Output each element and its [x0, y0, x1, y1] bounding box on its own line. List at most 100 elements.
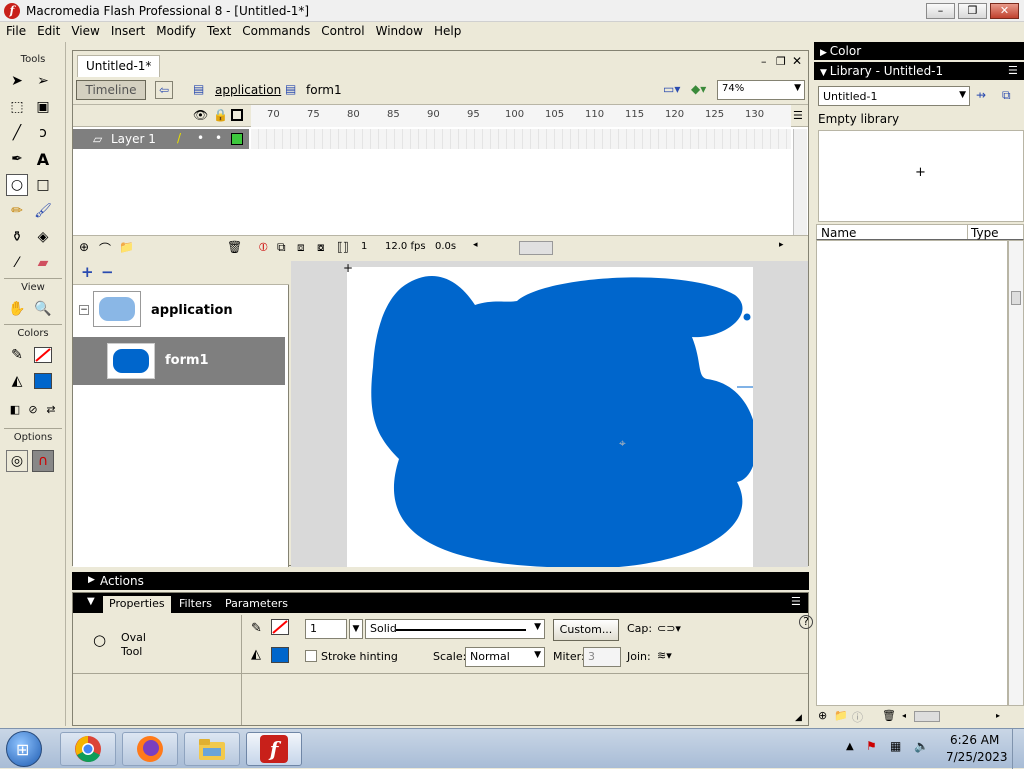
line-tool-icon[interactable]: ╱ [6, 122, 28, 144]
hand-tool-icon[interactable]: ✋ [6, 298, 28, 320]
menu-window[interactable]: Window [370, 22, 428, 42]
minimize-button[interactable]: – [926, 3, 955, 19]
action-center-icon[interactable]: ⚑ [866, 739, 877, 753]
stroke-hinting-checkbox[interactable] [305, 650, 317, 662]
menu-insert[interactable]: Insert [105, 22, 150, 42]
custom-button[interactable]: Custom... [553, 619, 619, 641]
collapse-arrow-icon[interactable]: ▼ [87, 596, 95, 607]
timeline-scroll-thumb[interactable] [519, 241, 553, 255]
miter-input[interactable]: 3 [583, 647, 621, 667]
library-panel-header[interactable]: ▼ Library - Untitled-1 ☰ [814, 62, 1024, 80]
help-icon[interactable]: ? [799, 615, 813, 629]
lasso-tool-icon[interactable]: ↄ [32, 122, 54, 144]
lock-dot-icon[interactable]: • [215, 131, 222, 145]
stroke-style-select[interactable]: Solid ▼ [365, 619, 545, 639]
taskbar-chrome[interactable] [60, 732, 116, 766]
object-drawing-icon[interactable]: ◎ [6, 450, 28, 472]
taskbar-firefox[interactable] [122, 732, 178, 766]
visibility-dot-icon[interactable]: • [197, 131, 204, 145]
scroll-right-icon[interactable]: ▸ [996, 711, 1000, 720]
edit-multiple-frames-icon[interactable]: ⧇ [317, 240, 325, 255]
clock-date[interactable]: 7/25/2023 [946, 750, 1008, 764]
back-arrow-icon[interactable]: ⇦ [155, 81, 173, 99]
screen-item-form1[interactable]: form1 [73, 337, 285, 385]
show-hidden-icons-icon[interactable]: ▲ [846, 741, 854, 752]
insert-layer-icon[interactable]: ⊕ [79, 240, 89, 254]
add-screen-icon[interactable]: + [81, 263, 94, 281]
column-name[interactable]: Name [821, 226, 856, 240]
outline-color-icon[interactable] [231, 133, 243, 145]
cap-style-icon[interactable]: ⊂⊃▾ [657, 622, 681, 635]
menu-text[interactable]: Text [201, 22, 236, 42]
tab-filters[interactable]: Filters [173, 596, 218, 613]
pin-library-icon[interactable]: ⇸ [976, 88, 986, 102]
doc-restore-icon[interactable]: ❐ [776, 55, 786, 68]
tab-parameters[interactable]: Parameters [219, 596, 294, 613]
menu-view[interactable]: View [65, 22, 104, 42]
delete-layer-icon[interactable]: 🗑 [227, 240, 242, 254]
eye-icon[interactable]: 👁 [193, 108, 208, 122]
scroll-thumb[interactable] [1011, 291, 1021, 305]
library-document-select[interactable]: Untitled-1 ▼ [818, 86, 970, 106]
timeline-vertical-scrollbar[interactable] [793, 129, 807, 235]
library-items-list[interactable] [816, 240, 1008, 706]
column-type[interactable]: Type [971, 226, 999, 240]
fill-color-picker[interactable] [271, 647, 289, 663]
oval-tool-icon[interactable]: ○ [6, 174, 28, 196]
eraser-tool-icon[interactable]: ▰ [32, 252, 54, 274]
volume-icon[interactable]: 🔈 [914, 739, 929, 753]
stroke-color-picker[interactable] [271, 619, 289, 635]
new-library-panel-icon[interactable]: ⧉ [1002, 88, 1011, 103]
add-motion-guide-icon[interactable]: ⌒ [99, 240, 111, 257]
modify-markers-icon[interactable]: ⟦⟧ [337, 240, 349, 254]
insert-folder-icon[interactable]: 📁 [119, 240, 134, 254]
onion-outlines-icon[interactable]: ⧈ [297, 240, 305, 255]
oval-shape-group[interactable]: ⌖ [347, 267, 757, 567]
scroll-left-icon[interactable]: ◂ [473, 240, 478, 250]
color-panel-header[interactable]: ▶ Color [814, 42, 1024, 60]
library-vertical-scrollbar[interactable] [1008, 240, 1024, 706]
pen-tool-icon[interactable]: ✒ [6, 148, 28, 170]
anchor-point[interactable] [743, 313, 751, 321]
delete-icon[interactable]: 🗑 [882, 709, 896, 722]
stroke-height-input[interactable]: 1 [305, 619, 347, 639]
taskbar-flash[interactable]: f [246, 732, 302, 766]
zoom-select[interactable]: 74% ▼ [717, 80, 805, 100]
brush-tool-icon[interactable]: 🖌 [32, 200, 54, 222]
center-frame-icon[interactable]: ⦶ [259, 240, 268, 255]
stroke-height-dropdown-icon[interactable]: ▼ [349, 619, 363, 639]
restore-button[interactable]: ❐ [958, 3, 987, 19]
snap-to-objects-icon[interactable]: ∩ [32, 450, 54, 472]
taskbar-explorer[interactable] [184, 732, 240, 766]
show-desktop-button[interactable] [1012, 729, 1024, 769]
new-symbol-icon[interactable]: ⊕ [818, 709, 827, 722]
properties-icon[interactable]: ⓘ [852, 709, 863, 725]
remove-screen-icon[interactable]: − [101, 263, 114, 281]
free-transform-tool-icon[interactable]: ⬚ [6, 96, 28, 118]
scale-select[interactable]: Normal ▼ [465, 647, 545, 667]
rectangle-tool-icon[interactable]: □ [32, 174, 54, 196]
selection-tool-icon[interactable]: ➤ [6, 70, 28, 92]
join-style-icon[interactable]: ≋▾ [657, 649, 672, 662]
network-icon[interactable]: ▦ [890, 739, 901, 753]
outline-icon[interactable] [231, 109, 243, 121]
stage[interactable]: ⌖ + [343, 261, 757, 567]
screen-item-application[interactable]: − application [73, 287, 289, 335]
edit-scene-icon[interactable]: ▭▾ [663, 82, 680, 96]
ink-bottle-tool-icon[interactable]: ⚱ [6, 226, 28, 248]
menu-file[interactable]: File [0, 22, 31, 42]
close-button[interactable]: ✕ [990, 3, 1019, 19]
frame-cells[interactable] [251, 129, 791, 149]
scroll-right-icon[interactable]: ▸ [779, 240, 784, 250]
menu-control[interactable]: Control [315, 22, 369, 42]
pencil-tool-icon[interactable]: ✏ [6, 200, 28, 222]
menu-modify[interactable]: Modify [150, 22, 201, 42]
paint-bucket-tool-icon[interactable]: ◈ [32, 226, 54, 248]
tab-properties[interactable]: Properties [103, 596, 171, 613]
scroll-thumb[interactable] [914, 711, 940, 722]
tab-untitled-1[interactable]: Untitled-1* [77, 55, 161, 77]
eyedropper-tool-icon[interactable]: ⁄ [6, 252, 28, 274]
actions-panel-header[interactable]: ▶ Actions [72, 572, 809, 590]
lock-icon[interactable]: 🔒 [213, 108, 228, 122]
swap-colors-icon[interactable]: ⇄ [40, 398, 62, 420]
